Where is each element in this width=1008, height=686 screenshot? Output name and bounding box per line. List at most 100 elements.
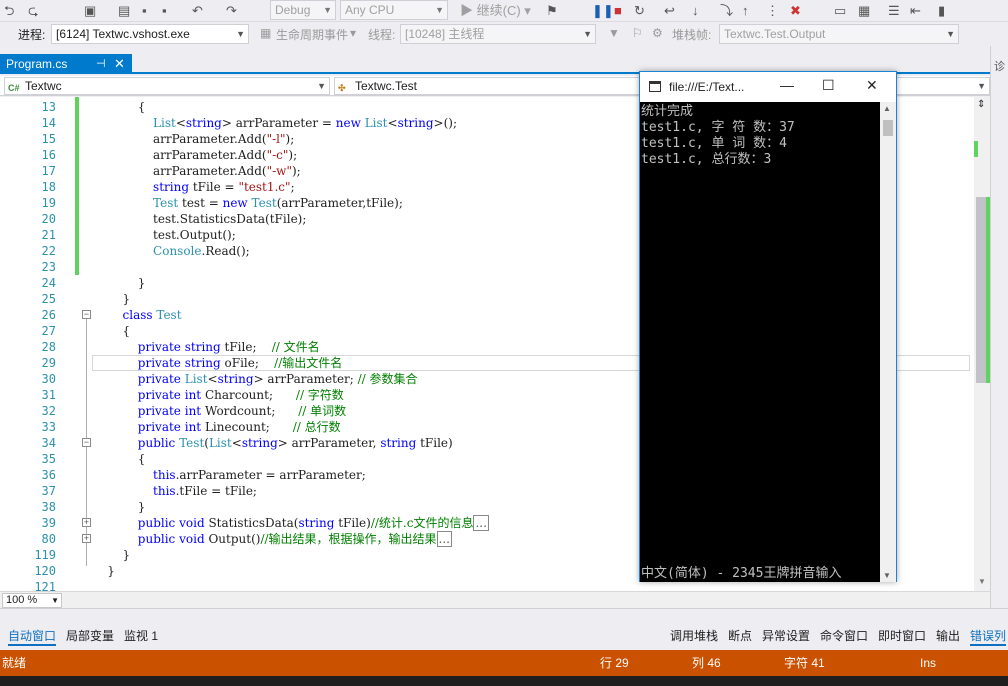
tab-autos[interactable]: 自动窗口: [8, 627, 57, 646]
tab-immediate-window[interactable]: 即时窗口: [878, 627, 926, 644]
code-line[interactable]: private int Linecount; // 总行数: [92, 419, 341, 435]
new-project-icon[interactable]: ▣: [84, 3, 96, 19]
open-file-icon[interactable]: ▤: [118, 3, 130, 19]
hex-icon[interactable]: ⋮: [766, 3, 779, 19]
code-line[interactable]: public void StatisticsData(string tFile)…: [92, 515, 489, 531]
code-line[interactable]: List<string> arrParameter = new List<str…: [92, 115, 457, 131]
minimize-button[interactable]: —: [780, 77, 794, 93]
forward-icon[interactable]: ⮎: [28, 3, 38, 19]
code-line[interactable]: private List<string> arrParameter; // 参数…: [92, 371, 418, 387]
code-line[interactable]: this.arrParameter = arrParameter;: [92, 467, 366, 483]
zoom-dropdown[interactable]: 100 % ▼: [2, 593, 62, 608]
process-dropdown[interactable]: [6124] Textwc.vshost.exe ▼: [51, 24, 249, 44]
tab-output[interactable]: 输出: [936, 627, 960, 644]
continue-button[interactable]: ▶ 继续(C) ▾: [460, 3, 531, 19]
tab-error-list[interactable]: 错误列: [970, 627, 1007, 646]
scroll-up-icon[interactable]: ▲: [883, 104, 891, 113]
bottom-panel-header: [0, 608, 1008, 624]
project-dropdown[interactable]: C# Textwc ▼: [4, 77, 330, 95]
code-line[interactable]: public Test(List<string> arrParameter, s…: [92, 435, 453, 451]
lifecycle-icon[interactable]: ▦: [260, 26, 271, 40]
scrollbar-thumb[interactable]: [976, 197, 986, 383]
pause-icon[interactable]: ❚❚: [592, 3, 614, 19]
pin-icon[interactable]: ⊣: [96, 54, 106, 74]
flag-icon[interactable]: ⚐: [632, 26, 643, 40]
line-number: 15: [41, 132, 56, 146]
stop-icon[interactable]: ■: [614, 3, 622, 19]
console-title-bar[interactable]: file:///E:/Text... — ☐ ✕: [640, 72, 896, 102]
scroll-down-icon[interactable]: ▼: [883, 571, 891, 580]
code-line[interactable]: class Test: [92, 307, 182, 323]
code-line[interactable]: public void Output()//输出结果，根据操作，输出结果...: [92, 531, 452, 547]
config-dropdown[interactable]: Debug ▼: [270, 0, 336, 20]
tab-program-cs[interactable]: Program.cs ⊣ ✕: [0, 54, 132, 74]
code-line[interactable]: arrParameter.Add("-c");: [92, 147, 297, 163]
tab-breakpoints[interactable]: 断点: [728, 627, 752, 644]
collapse-icon[interactable]: −: [82, 438, 91, 447]
tab-command-window[interactable]: 命令窗口: [820, 627, 868, 644]
scrollbar-thumb[interactable]: [883, 120, 893, 136]
tab-exception-settings[interactable]: 异常设置: [762, 627, 810, 644]
show-next-statement-icon[interactable]: ↩: [664, 3, 675, 19]
save-all-icon[interactable]: ▪: [162, 3, 167, 19]
code-line[interactable]: test.StatisticsData(tFile);: [92, 211, 306, 227]
outdent-icon[interactable]: ⇤: [910, 3, 921, 19]
diagnostics-tab[interactable]: 诊: [994, 58, 1005, 74]
restart-icon[interactable]: ↻: [634, 3, 645, 19]
status-bar: 就绪 行 29 列 46 字符 41 Ins: [0, 650, 1008, 676]
collapse-icon[interactable]: −: [82, 310, 91, 319]
code-line[interactable]: {: [92, 323, 131, 339]
breakpoint-icon[interactable]: ✖: [790, 3, 801, 19]
console-output[interactable]: 统计完成 test1.c, 字 符 数：37 test1.c, 单 词 数：4 …: [640, 102, 880, 582]
back-icon[interactable]: ⮌: [4, 3, 14, 19]
filter-icon[interactable]: ▼: [608, 26, 620, 40]
tab-call-stack[interactable]: 调用堆栈: [670, 627, 718, 644]
step-out-icon[interactable]: ↑: [742, 3, 749, 19]
undo-icon[interactable]: ↶: [192, 3, 203, 19]
code-line[interactable]: arrParameter.Add("-w");: [92, 163, 301, 179]
console-scrollbar[interactable]: ▲ ▼: [880, 102, 896, 582]
step-into-icon[interactable]: ↓: [692, 3, 699, 19]
editor-vertical-scrollbar[interactable]: ⇕ ▼: [974, 97, 990, 591]
redo-icon[interactable]: ↷: [226, 3, 237, 19]
tab-watch-1[interactable]: 监视 1: [124, 627, 158, 644]
platform-dropdown[interactable]: Any CPU ▼: [340, 0, 448, 20]
attach-icon[interactable]: ⚑: [546, 3, 558, 19]
comment-icon[interactable]: ▦: [858, 3, 870, 19]
code-line[interactable]: private string tFile; // 文件名: [92, 339, 320, 355]
thread-filter-icon[interactable]: ⚙: [652, 26, 663, 40]
code-line[interactable]: Test test = new Test(arrParameter,tFile)…: [92, 195, 403, 211]
code-line[interactable]: }: [92, 547, 131, 563]
close-button[interactable]: ✕: [866, 77, 878, 94]
save-icon[interactable]: ▪: [142, 3, 147, 19]
code-line[interactable]: {: [92, 451, 146, 467]
code-line[interactable]: }: [92, 291, 131, 307]
code-line[interactable]: private string oFile; //输出文件名: [92, 355, 342, 371]
code-line[interactable]: {: [92, 99, 146, 115]
scroll-down-icon[interactable]: ▼: [978, 577, 986, 586]
code-line[interactable]: }: [92, 275, 146, 291]
lifecycle-events[interactable]: 生命周期事件: [276, 26, 348, 43]
code-line[interactable]: private int Wordcount; // 单词数: [92, 403, 346, 419]
stack-frame-dropdown[interactable]: Textwc.Test.Output ▼: [719, 24, 959, 44]
close-icon[interactable]: ✕: [114, 54, 125, 74]
code-line[interactable]: }: [92, 563, 115, 579]
list-icon[interactable]: ☰: [888, 3, 900, 19]
tab-locals[interactable]: 局部变量: [66, 627, 114, 644]
expand-icon[interactable]: +: [82, 518, 91, 527]
code-line[interactable]: }: [92, 499, 146, 515]
expand-icon[interactable]: +: [82, 534, 91, 543]
code-line[interactable]: this.tFile = tFile;: [92, 483, 257, 499]
console-window[interactable]: file:///E:/Text... — ☐ ✕ 统计完成 test1.c, 字…: [639, 71, 897, 582]
step-over-icon[interactable]: ⤵: [720, 3, 733, 19]
code-line[interactable]: Console.Read();: [92, 243, 250, 259]
window-icon[interactable]: ▭: [834, 3, 846, 19]
code-line[interactable]: string tFile = "test1.c";: [92, 179, 295, 195]
code-line[interactable]: arrParameter.Add("-l");: [92, 131, 294, 147]
maximize-button[interactable]: ☐: [822, 77, 835, 94]
bookmark-icon[interactable]: ▮: [938, 3, 945, 19]
split-icon[interactable]: ⇕: [977, 99, 985, 110]
code-line[interactable]: private int Charcount; // 字符数: [92, 387, 344, 403]
thread-dropdown[interactable]: [10248] 主线程 ▼: [400, 24, 596, 44]
code-line[interactable]: test.Output();: [92, 227, 236, 243]
